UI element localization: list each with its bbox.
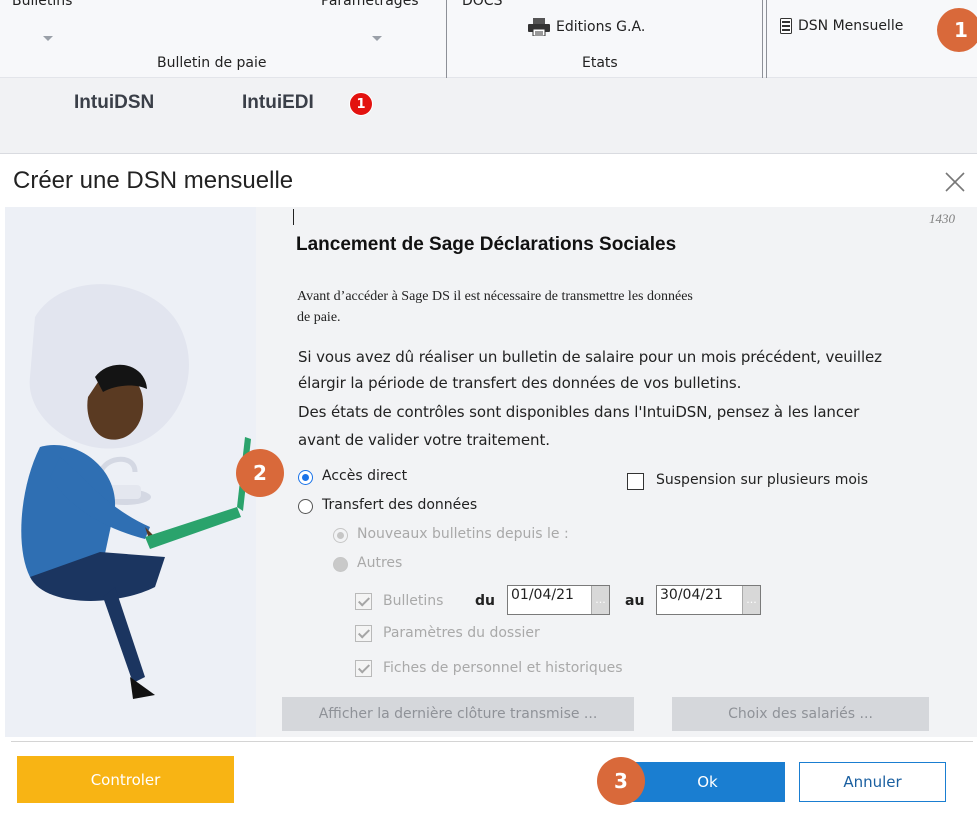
ribbon-toolbar: Bulletins Paramétrages Bulletin de paie … — [0, 0, 977, 78]
autres-label: Autres — [357, 555, 403, 571]
au-label: au — [625, 593, 645, 609]
group-label-bulletin-de-paie: Bulletin de paie — [157, 55, 267, 71]
section-heading: Lancement de Sage Déclarations Sociales — [296, 234, 677, 255]
info-text-line-2: élargir la période de transfert des donn… — [298, 374, 742, 392]
parametres-dossier-checkbox[interactable] — [355, 625, 372, 642]
ribbon-separator-2 — [766, 0, 767, 78]
step-2-badge: 2 — [236, 449, 284, 497]
person-with-laptop-illustration — [21, 284, 251, 699]
acces-direct-label[interactable]: Accès direct — [322, 468, 407, 484]
parametres-dossier-label: Paramètres du dossier — [383, 625, 540, 641]
choix-salaries-button[interactable]: Choix des salariés ... — [672, 697, 929, 731]
parametrages-menu-button[interactable]: Paramétrages — [321, 0, 441, 20]
annuler-button[interactable]: Annuler — [799, 762, 946, 802]
info-text-line-4: avant de valider votre traitement. — [298, 431, 550, 449]
text-cursor — [293, 209, 294, 225]
printer-icon — [528, 18, 550, 36]
dialog-title: Créer une DSN mensuelle — [13, 167, 294, 194]
bulletins-label: Bulletins — [383, 593, 444, 609]
suspension-checkbox[interactable] — [627, 473, 644, 490]
intui-tab-bar: IntuiDSN IntuiEDI — [0, 78, 977, 154]
parametrages-dropdown-icon[interactable] — [372, 36, 382, 41]
transfert-donnees-radio[interactable] — [298, 499, 313, 514]
screen: Bulletins Paramétrages Bulletin de paie … — [0, 0, 977, 814]
dsn-mensuelle-label: DSN Mensuelle — [798, 18, 904, 34]
intro-text-line-1: Avant d’accéder à Sage DS il est nécessa… — [297, 289, 693, 304]
date-from-picker-button[interactable]: ... — [591, 586, 609, 614]
bulletins-checkbox[interactable] — [355, 593, 372, 610]
transfert-donnees-label[interactable]: Transfert des données — [322, 497, 477, 513]
step-1-badge: 1 — [937, 8, 977, 52]
acces-direct-radio[interactable] — [298, 470, 313, 485]
document-list-icon — [780, 18, 792, 34]
footer-divider — [11, 741, 973, 742]
tab-intuiedi[interactable]: IntuiEDI — [242, 92, 314, 114]
bulletins-dropdown-icon[interactable] — [43, 36, 53, 41]
bulletins-menu-button[interactable]: Bulletins — [12, 0, 102, 20]
fiches-personnel-label: Fiches de personnel et historiques — [383, 660, 623, 676]
step-3-badge: 3 — [597, 757, 645, 805]
date-to-value: 30/04/21 — [660, 587, 723, 603]
info-text-line-3: Des états de contrôles sont disponibles … — [298, 403, 860, 421]
group-label-etats: Etats — [582, 55, 618, 71]
ok-button[interactable]: Ok — [630, 762, 785, 802]
nouveaux-bulletins-radio[interactable] — [333, 528, 348, 543]
dsn-mensuelle-button[interactable]: DSN Mensuelle — [780, 18, 903, 34]
date-to-picker-button[interactable]: ... — [742, 586, 760, 614]
date-from-field[interactable]: 01/04/21 ... — [507, 585, 610, 615]
date-from-value: 01/04/21 — [511, 587, 574, 603]
du-label: du — [475, 593, 495, 609]
afficher-derniere-cloture-button[interactable]: Afficher la dernière clôture transmise .… — [282, 697, 634, 731]
fiches-personnel-checkbox[interactable] — [355, 660, 372, 677]
illustration-panel — [5, 207, 256, 737]
nouveaux-bulletins-label: Nouveaux bulletins depuis le : — [357, 526, 569, 542]
controler-button[interactable]: Controler — [17, 756, 234, 803]
close-icon[interactable] — [943, 170, 967, 194]
notification-badge: 1 — [349, 92, 373, 116]
date-to-field[interactable]: 30/04/21 ... — [656, 585, 761, 615]
autres-radio[interactable] — [333, 557, 348, 572]
suspension-label[interactable]: Suspension sur plusieurs mois — [656, 472, 868, 488]
tab-intuidsn[interactable]: IntuiDSN — [74, 92, 154, 114]
ribbon-separator-1 — [762, 0, 763, 78]
info-text-line-1: Si vous avez dû réaliser un bulletin de … — [298, 348, 882, 366]
intro-text-line-2: de paie. — [297, 310, 341, 325]
screen-code: 1430 — [929, 211, 955, 226]
ribbon-separator — [446, 0, 447, 78]
editions-ga-button[interactable]: Editions G.A. — [528, 18, 645, 36]
docs-menu-button[interactable]: DOCS — [462, 0, 522, 20]
editions-ga-label: Editions G.A. — [556, 19, 646, 35]
